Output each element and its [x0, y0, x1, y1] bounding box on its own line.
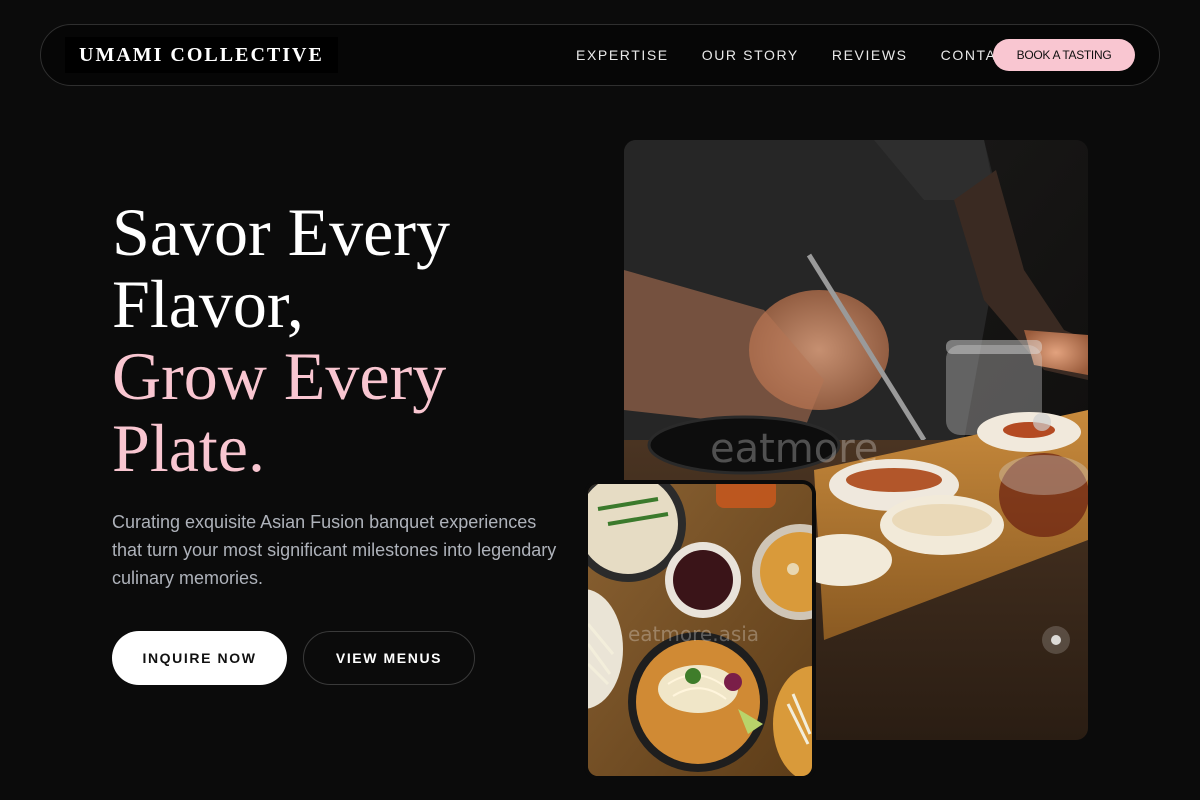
hero-subtitle: Curating exquisite Asian Fusion banquet … [112, 512, 557, 588]
view-menus-button[interactable]: VIEW MENUS [303, 631, 475, 685]
noodle-soup-illustration [588, 484, 812, 776]
nav-links: EXPERTISE OUR STORY REVIEWS CONTACT [576, 25, 1051, 85]
nav-link-reviews[interactable]: REVIEWS [832, 47, 908, 63]
nav-link-expertise[interactable]: EXPERTISE [576, 47, 669, 63]
headline-line-1: Savor Every [112, 194, 451, 270]
headline-accent-line-2: Plate. [112, 410, 265, 486]
brand-logo[interactable]: UMAMI COLLECTIVE [65, 37, 338, 73]
book-tasting-button[interactable]: BOOK A TASTING [993, 39, 1135, 71]
noodle-soup-photo: eatmore.asia [588, 484, 812, 776]
headline-line-2: Flavor, [112, 266, 304, 342]
nav-link-our-story[interactable]: OUR STORY [702, 47, 799, 63]
headline-accent-line-1: Grow Every [112, 338, 447, 414]
inquire-now-button[interactable]: INQUIRE NOW [112, 631, 287, 685]
hero-headline: Savor Every Flavor, Grow Every Plate. [112, 196, 572, 484]
top-navigation-bar: UMAMI COLLECTIVE EXPERTISE OUR STORY REV… [40, 24, 1160, 86]
